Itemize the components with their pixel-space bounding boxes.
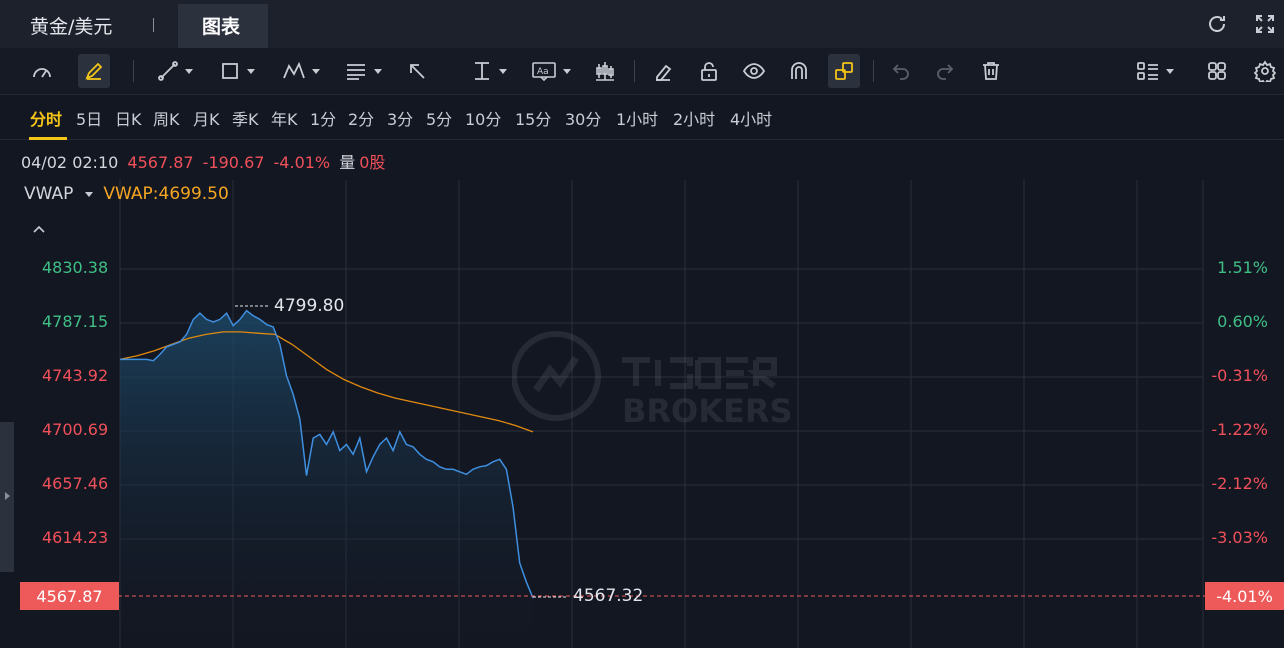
info-change-pct: -4.01% bbox=[273, 153, 331, 172]
svg-text:BROKERS: BROKERS bbox=[622, 392, 793, 430]
period-tab[interactable]: 10分 bbox=[465, 106, 501, 130]
y-tick-left: 4614.23 bbox=[42, 528, 109, 547]
measure-icon[interactable] bbox=[466, 54, 512, 88]
symbol-tab[interactable]: 黄金/美元 bbox=[30, 12, 112, 39]
tab-chart[interactable]: 图表 bbox=[178, 4, 268, 48]
period-tab[interactable]: 30分 bbox=[565, 106, 601, 130]
redo-icon[interactable] bbox=[932, 54, 958, 88]
eraser-icon[interactable] bbox=[650, 54, 676, 88]
gauge-icon[interactable] bbox=[28, 54, 56, 88]
y-tick-left: 4700.69 bbox=[42, 420, 109, 439]
top-bar: 黄金/美元 图表 bbox=[0, 0, 1284, 48]
y-tick-right: -2.12% bbox=[1211, 474, 1268, 493]
period-tab[interactable]: 5日 bbox=[76, 106, 102, 130]
toolbar-divider bbox=[133, 60, 134, 82]
toolbar-divider bbox=[873, 60, 874, 82]
period-tab[interactable]: 分时 bbox=[30, 106, 62, 130]
eye-icon[interactable] bbox=[740, 54, 768, 88]
trash-icon[interactable] bbox=[978, 54, 1004, 88]
info-volume: 0股 bbox=[359, 153, 386, 172]
info-volume-label: 量 bbox=[339, 153, 356, 172]
price-chart[interactable]: BROKERS 4830.38 4787.15 4743.92 4700.69 … bbox=[0, 180, 1284, 648]
tiger-brokers-logo: BROKERS bbox=[511, 330, 812, 434]
period-tab[interactable]: 4小时 bbox=[730, 106, 772, 130]
y-tick-left: 4657.46 bbox=[42, 474, 109, 493]
toolbar-divider bbox=[634, 60, 635, 82]
y-tick-left: 4787.15 bbox=[42, 312, 109, 331]
y-tick-right: 0.60% bbox=[1217, 312, 1268, 331]
period-tab[interactable]: 1分 bbox=[310, 106, 336, 130]
line-icon[interactable] bbox=[152, 54, 198, 88]
period-tab[interactable]: 季K bbox=[232, 106, 259, 130]
price-area bbox=[120, 310, 533, 648]
text-icon[interactable]: Aa bbox=[528, 54, 574, 88]
y-tick-left: 4743.92 bbox=[42, 366, 109, 385]
side-panel-toggle[interactable] bbox=[0, 422, 14, 572]
period-tab[interactable]: 月K bbox=[193, 106, 220, 130]
period-tab[interactable]: 2分 bbox=[348, 106, 374, 130]
period-tabs: 分时 5日 日K 周K 月K 季K 年K 1分 2分 3分 5分 10分 15分… bbox=[0, 94, 1284, 140]
pattern-icon[interactable] bbox=[278, 54, 324, 88]
fullscreen-icon[interactable] bbox=[1253, 12, 1277, 36]
high-label: 4799.80 bbox=[274, 296, 345, 316]
undo-icon[interactable] bbox=[888, 54, 914, 88]
tab-chart-label: 图表 bbox=[202, 16, 241, 38]
chevron-up-icon[interactable] bbox=[32, 219, 46, 238]
layout-list-icon[interactable] bbox=[1132, 54, 1178, 88]
link-icon[interactable] bbox=[828, 54, 860, 88]
drawing-toolbar: Aa bbox=[0, 48, 1284, 94]
current-pct-tag: -4.01% bbox=[1205, 582, 1284, 610]
period-tab[interactable]: 5分 bbox=[426, 106, 452, 130]
magnet-icon[interactable] bbox=[786, 54, 812, 88]
refresh-icon[interactable] bbox=[1205, 12, 1229, 36]
y-tick-right: 1.51% bbox=[1217, 258, 1268, 277]
settings-icon[interactable] bbox=[1252, 54, 1278, 88]
indicator-icon[interactable] bbox=[592, 54, 618, 88]
rectangle-icon[interactable] bbox=[214, 54, 260, 88]
grid-icon[interactable] bbox=[1204, 54, 1230, 88]
current-price-tag: 4567.87 bbox=[20, 582, 119, 610]
svg-text:Aa: Aa bbox=[537, 67, 549, 77]
indicator-value: VWAP:4699.50 bbox=[103, 184, 229, 204]
low-label: 4567.32 bbox=[573, 586, 644, 606]
y-tick-right: -1.22% bbox=[1211, 420, 1268, 439]
unlock-icon[interactable] bbox=[696, 54, 722, 88]
info-price: 4567.87 bbox=[127, 153, 194, 172]
y-tick-left: 4830.38 bbox=[42, 258, 109, 277]
period-tab[interactable]: 周K bbox=[153, 106, 180, 130]
period-tab[interactable]: 15分 bbox=[515, 106, 551, 130]
period-tab[interactable]: 日K bbox=[115, 106, 142, 130]
info-change: -190.67 bbox=[202, 153, 265, 172]
period-tab[interactable]: 1小时 bbox=[616, 106, 658, 130]
crosshair-info: 04/02 02:10 4567.87 -190.67 -4.01% 量 0股 bbox=[21, 149, 389, 173]
period-tab[interactable]: 2小时 bbox=[673, 106, 715, 130]
y-tick-right: -3.03% bbox=[1211, 528, 1268, 547]
fib-icon[interactable] bbox=[340, 54, 386, 88]
pen-icon[interactable] bbox=[78, 54, 110, 88]
tab-divider bbox=[153, 18, 154, 32]
period-tab[interactable]: 3分 bbox=[387, 106, 413, 130]
indicator-row: VWAP VWAP:4699.50 bbox=[24, 184, 229, 204]
y-tick-right: -0.31% bbox=[1211, 366, 1268, 385]
active-period-underline bbox=[29, 137, 67, 140]
chevron-down-icon[interactable] bbox=[85, 191, 94, 197]
indicator-select[interactable]: VWAP bbox=[24, 184, 73, 204]
period-tab[interactable]: 年K bbox=[271, 106, 298, 130]
info-time: 04/02 02:10 bbox=[21, 153, 119, 172]
arrow-icon[interactable] bbox=[402, 54, 432, 88]
